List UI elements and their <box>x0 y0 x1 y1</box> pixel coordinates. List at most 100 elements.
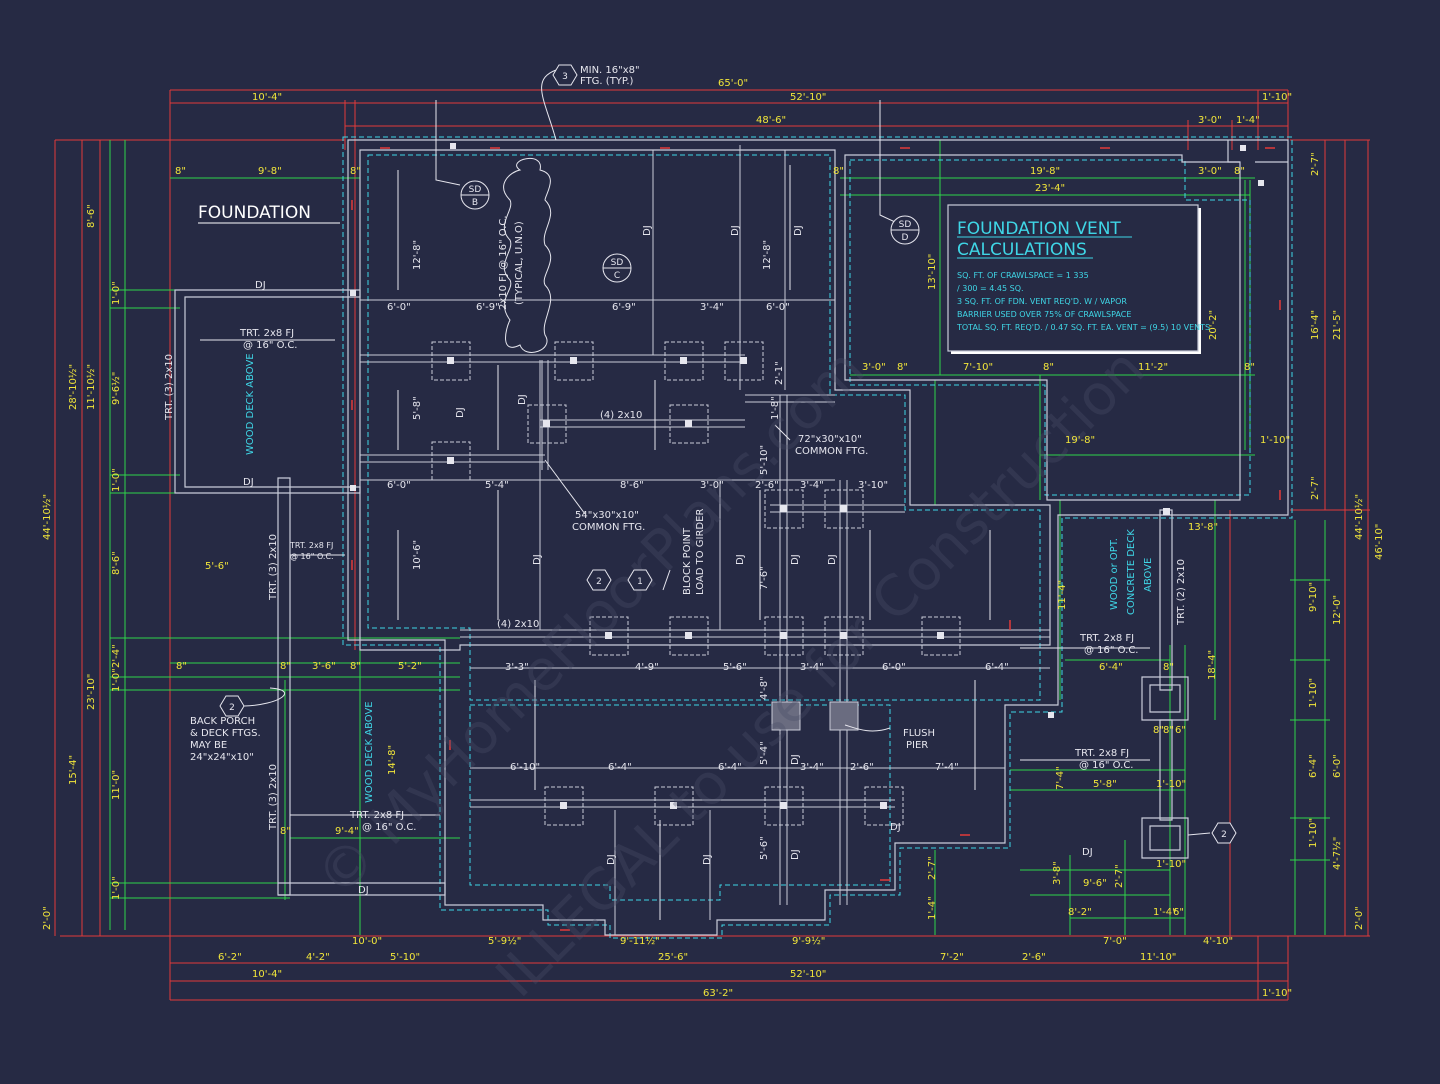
dim-right-16-4: 16'-4" <box>1310 310 1321 340</box>
tag-1: 1 <box>637 577 643 587</box>
dim-bot-7-0: 7'-0" <box>1103 936 1127 947</box>
dim-11-2: 11'-2" <box>1138 362 1168 373</box>
note-trt-fj-1: TRT. 2x8 FJ <box>239 328 294 339</box>
dim-bot-7-2: 7'-2" <box>940 952 964 963</box>
tag-sd-c-bottom: C <box>614 271 620 281</box>
dim-8-d: 8" <box>1234 166 1245 177</box>
dim-bot-2-6: 2'-6" <box>1022 952 1046 963</box>
vent-box-title-line-1: FOUNDATION VENT <box>957 219 1121 239</box>
foundation-plan-drawing: © MyHomeFloorPlans.com ILLEGAL to use fo… <box>41 64 1385 1010</box>
dim-bot-25-6: 25'-6" <box>658 952 688 963</box>
idim-2-1: 2'-1" <box>774 361 785 385</box>
dim-3-0-c: 3'-0" <box>862 362 886 373</box>
dim-18-4: 18'-4" <box>1207 650 1218 680</box>
dim-5-6: 5'-6" <box>205 561 229 572</box>
note-joist-typical: (TYPICAL, U.N.O) <box>514 221 525 305</box>
dim-right-6-0: 6'-0" <box>1332 754 1343 778</box>
label-concrete-deck: CONCRETE DECK <box>1126 529 1137 615</box>
idim-6-0-d: 6'-0" <box>882 662 906 673</box>
dj-16: DJ <box>790 849 801 860</box>
note-oc16-1: @ 16" O.C. <box>243 340 298 351</box>
dim-bot-9-9: 9'-9½" <box>792 935 825 947</box>
label-wood-deck-above-1: WOOD DECK ABOVE <box>245 353 256 455</box>
dim-8-l: 8" <box>1163 662 1174 673</box>
dim-13-10: 13'-10" <box>927 254 938 290</box>
note-load-to-girder: LOAD TO GIRDER <box>695 509 706 595</box>
dim-8-2: 8'-2" <box>1068 907 1092 918</box>
idim-3-4-c: 3'-4" <box>800 662 824 673</box>
idim-2-6-a: 2'-6" <box>755 480 779 491</box>
dj-14: DJ <box>827 554 838 565</box>
dim-5-8: 5'-8" <box>1093 779 1117 790</box>
idim-6-4-a: 6'-4" <box>985 662 1009 673</box>
idim-6-0-a: 6'-0" <box>387 302 411 313</box>
vent-line-4: BARRIER USED OVER 75% OF CRAWLSPACE <box>957 310 1131 319</box>
dim-bot-4-2: 4'-2" <box>306 952 330 963</box>
dim-8-b: 8" <box>350 166 361 177</box>
dim-1-4-b: 1'-4" <box>927 896 938 920</box>
note-back-porch-3: MAY BE <box>190 740 227 751</box>
dim-top-left: 10'-4" <box>252 92 282 103</box>
note-min-ftg: MIN. 16"x8" <box>580 65 640 76</box>
dim-top-mid: 52'-10" <box>790 92 826 103</box>
dim-right-2-0: 2'-0" <box>1354 906 1365 930</box>
note-back-porch-4: 24"x24"x10" <box>190 752 254 763</box>
dim-left-1-0-b: 1'-0" <box>111 468 122 492</box>
note-flush: FLUSH <box>903 728 935 739</box>
dim-bot-10-4: 10'-4" <box>252 969 282 980</box>
note-oc16-5: @ 16" O.C. <box>1079 760 1134 771</box>
note-joist-spec: 2x10 FJ @ 16" O.C. <box>498 215 509 310</box>
dim-right-4-7: 4'-7½" <box>1331 837 1343 870</box>
note-trt-fj-4: TRT. 2x8 FJ <box>1079 633 1134 644</box>
dim-bot-1-10: 1'-10" <box>1262 988 1292 999</box>
dim-right-12-0: 12'-0" <box>1332 595 1343 625</box>
idim-3-4-d: 3'-4" <box>800 762 824 773</box>
note-trt-3-2x10-b: TRT. (3) 2x10 <box>268 534 279 601</box>
dim-8-h: 8" <box>176 661 187 672</box>
idim-1-8: 1'-8" <box>770 396 781 420</box>
idim-2-6-b: 2'-6" <box>850 762 874 773</box>
idim-10-6: 10'-6" <box>412 540 423 570</box>
note-pier: PIER <box>906 740 928 751</box>
dim-23-4: 23'-4" <box>1035 183 1065 194</box>
tag-2-a: 2 <box>596 577 602 587</box>
dim-1-10-b: 1'-10" <box>1156 779 1186 790</box>
dim-right-6-4: 6'-4" <box>1308 754 1319 778</box>
dim-right-21-5: 21'-5" <box>1332 310 1343 340</box>
dim-6-a: 6" <box>1175 725 1186 736</box>
note-back-porch-1: BACK PORCH <box>190 716 255 727</box>
dim-19-8: 19'-8" <box>1030 166 1060 177</box>
dim-right-1-10-b: 1'-10" <box>1308 818 1319 848</box>
idim-3-4-b: 3'-4" <box>800 480 824 491</box>
dim-11-4: 11'-4" <box>1057 580 1068 610</box>
dim-right-46-10: 46'-10" <box>1374 524 1385 560</box>
dim-3-0-b: 3'-0" <box>1198 166 1222 177</box>
note-oc16-4: @ 16" O.C. <box>1084 645 1139 656</box>
idim-3-4-a: 3'-4" <box>700 302 724 313</box>
dim-6-4: 6'-4" <box>1099 662 1123 673</box>
dim-bot-6-2: 6'-2" <box>218 952 242 963</box>
dj-2: DJ <box>243 477 254 488</box>
dim-bot-52-10: 52'-10" <box>790 969 826 980</box>
note-back-porch-2: & DECK FTGS. <box>190 728 261 739</box>
dim-13-8: 13'-8" <box>1188 522 1218 533</box>
dim-3-6: 3'-6" <box>312 661 336 672</box>
idim-7-6: 7'-6" <box>759 566 770 590</box>
idim-5-6-b: 5'-6" <box>759 836 770 860</box>
dim-left-1-0-d: 1'-0" <box>111 876 122 900</box>
dj-6: DJ <box>642 225 653 236</box>
idim-6-10: 6'-10" <box>510 762 540 773</box>
dim-right-2-7-b: 2'-7" <box>1310 476 1321 500</box>
dj-18: DJ <box>702 854 713 865</box>
dim-bot-10-0: 10'-0" <box>352 936 382 947</box>
idim-6-9-b: 6'-9" <box>612 302 636 313</box>
dim-top-inner: 48'-6" <box>756 115 786 126</box>
dim-left-8-6-b: 8'-6" <box>111 551 122 575</box>
tag-sd-d-bottom: D <box>902 233 909 243</box>
note-common-ftg-1a: 72"x30"x10" <box>798 434 862 445</box>
note-common-ftg-1b: COMMON FTG. <box>795 446 868 457</box>
dim-8-c: 8" <box>833 166 844 177</box>
dim-left-23-10: 23'-10" <box>86 674 97 710</box>
dim-top-3-0: 3'-0" <box>1198 115 1222 126</box>
note-trt-3-2x10-a: TRT. (3) 2x10 <box>164 354 175 421</box>
